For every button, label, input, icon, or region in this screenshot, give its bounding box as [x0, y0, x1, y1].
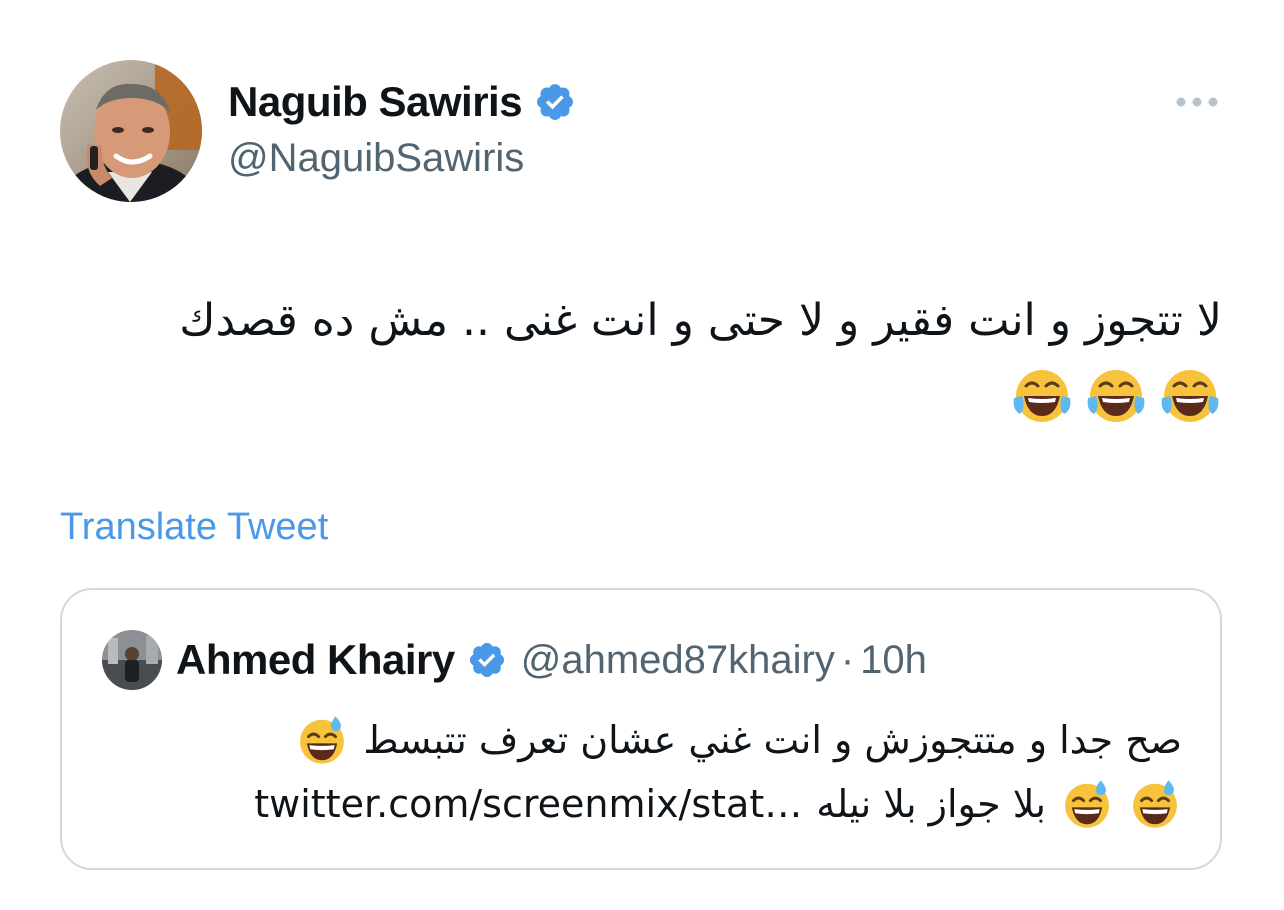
translate-tweet-link[interactable]: Translate Tweet: [60, 506, 328, 549]
tweet-emoji-row: [60, 364, 1222, 428]
tears-of-joy-emoji-icon: [1158, 364, 1222, 428]
quoted-author-handle[interactable]: @ahmed87khairy: [521, 638, 835, 683]
quoted-tweet-card[interactable]: Ahmed Khairy @ahmed87khairy · 10h صح جدا…: [60, 588, 1222, 870]
quoted-tweet-text: صح جدا و متتجوزش و انت غني عشان تعرف تتب…: [122, 708, 1182, 836]
quoted-text-line-2-text: بلا جواز بلا نيله: [816, 782, 1046, 826]
quoted-text-line-2: بلا جواز بلا نيله twitter.com/screenmix/…: [122, 772, 1182, 836]
quoted-text-line-1: صح جدا و متتجوزش و انت غني عشان تعرف تتب…: [122, 708, 1182, 772]
avatar-photo: [60, 60, 202, 202]
quoted-author-display-name[interactable]: Ahmed Khairy: [176, 636, 455, 684]
verified-badge-icon: [467, 640, 507, 680]
quoted-text-line-1-text: صح جدا و متتجوزش و انت غني عشان تعرف تتب…: [363, 718, 1182, 762]
author-handle[interactable]: @NaguibSawiris: [228, 136, 524, 181]
author-name-row[interactable]: Naguib Sawiris: [228, 74, 576, 130]
quoted-author-row: Ahmed Khairy @ahmed87khairy · 10h: [176, 632, 1032, 688]
tweet-text-line: لا تتجوز و انت فقير و لا حتى و انت غنى .…: [179, 295, 1222, 346]
more-options-icon[interactable]: [1174, 90, 1220, 114]
verified-badge-icon: [534, 81, 576, 123]
tears-of-joy-emoji-icon: [1084, 364, 1148, 428]
quoted-tweet-timestamp[interactable]: 10h: [860, 638, 927, 683]
author-display-name[interactable]: Naguib Sawiris: [228, 78, 523, 126]
grinning-sweat-emoji-icon: [295, 713, 349, 767]
quoted-avatar-photo: [102, 630, 162, 690]
quoted-author-avatar[interactable]: [102, 630, 162, 690]
meta-separator: ·: [840, 637, 855, 682]
author-avatar[interactable]: [60, 60, 202, 202]
tears-of-joy-emoji-icon: [1010, 364, 1074, 428]
grinning-sweat-emoji-icon: [1060, 777, 1114, 831]
quoted-tweet-link[interactable]: twitter.com/screenmix/stat…: [254, 772, 802, 836]
grinning-sweat-emoji-icon: [1128, 777, 1182, 831]
tweet-text: لا تتجوز و انت فقير و لا حتى و انت غنى .…: [60, 282, 1222, 428]
